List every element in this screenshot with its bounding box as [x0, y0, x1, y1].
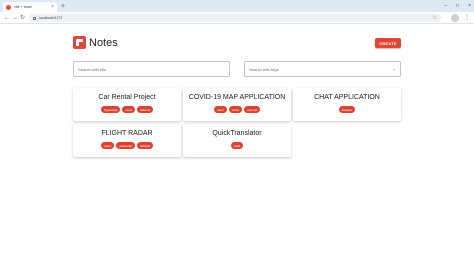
browser-toolbar: ← → ↻ localhost:5173 ☆ ⋮ [0, 12, 474, 24]
search-title-placeholder: Search with title [78, 66, 107, 72]
note-tags: react redux rest-api [183, 106, 291, 113]
note-card[interactable]: CHAT APPLICATION firebase [293, 88, 401, 121]
browser-tab[interactable]: vite + react × [3, 2, 57, 12]
favicon-icon [6, 4, 11, 10]
new-tab-icon[interactable]: + [61, 2, 65, 11]
tag-badge: react [122, 106, 136, 113]
window-controls: – □ × [444, 2, 471, 10]
bookmark-star-icon[interactable]: ☆ [433, 14, 437, 22]
app-title: Notes [89, 37, 118, 49]
browser-menu-icon[interactable]: ⋮ [464, 14, 470, 22]
note-tags: react [183, 142, 291, 149]
tag-badge: react [213, 106, 227, 113]
tag-badge: rest-api [244, 106, 261, 113]
tab-title: vite + react [14, 5, 32, 9]
minimize-icon[interactable]: – [444, 2, 447, 10]
note-title: FLIGHT RADAR [101, 130, 153, 137]
tag-badge: react [230, 142, 244, 149]
tag-badge: tailwind [137, 142, 154, 149]
close-window-icon[interactable]: × [468, 2, 471, 10]
create-button[interactable]: CREATE [375, 38, 401, 48]
note-title: CHAT APPLICATION [314, 94, 380, 101]
address-bar[interactable]: localhost:5173 ☆ [29, 14, 441, 22]
search-title-input[interactable]: Search with title [73, 61, 230, 77]
tag-badge: tailwind [137, 106, 154, 113]
tag-badge: firebase [338, 106, 356, 113]
note-card[interactable]: Car Rental Project Typescript react tail… [73, 88, 181, 121]
notes-logo-icon [73, 36, 86, 49]
note-tags: Typescript react tailwind [73, 106, 181, 113]
note-title: QuickTranslator [212, 130, 262, 137]
browser-tab-strip: vite + react × + – □ × [0, 0, 474, 12]
note-card[interactable]: FLIGHT RADAR redux javascript tailwind [73, 124, 181, 157]
search-tags-select[interactable]: Search with tags ⌄ [244, 61, 401, 77]
note-tags: redux javascript tailwind [73, 142, 181, 149]
tag-badge: javascript [116, 142, 136, 149]
tag-badge: redux [100, 142, 115, 149]
profile-avatar[interactable] [451, 14, 459, 22]
forward-icon[interactable]: → [12, 14, 18, 22]
maximize-icon[interactable]: □ [456, 2, 459, 10]
tag-badge: redux [228, 106, 243, 113]
tag-badge: Typescript [100, 106, 121, 113]
note-tags: firebase [293, 106, 401, 113]
reload-icon[interactable]: ↻ [20, 14, 25, 22]
search-tags-placeholder: Search with tags [249, 66, 279, 72]
url-text: localhost:5173 [39, 16, 63, 20]
chevron-down-icon[interactable]: ⌄ [393, 66, 396, 72]
note-card[interactable]: COVID-19 MAP APPLICATION react redux res… [183, 88, 291, 121]
note-card[interactable]: QuickTranslator react [183, 124, 291, 157]
site-info-icon[interactable] [33, 16, 36, 20]
note-title: Car Rental Project [98, 94, 156, 101]
back-icon[interactable]: ← [4, 14, 10, 22]
close-tab-icon[interactable]: × [51, 3, 54, 11]
note-title: COVID-19 MAP APPLICATION [188, 94, 286, 101]
